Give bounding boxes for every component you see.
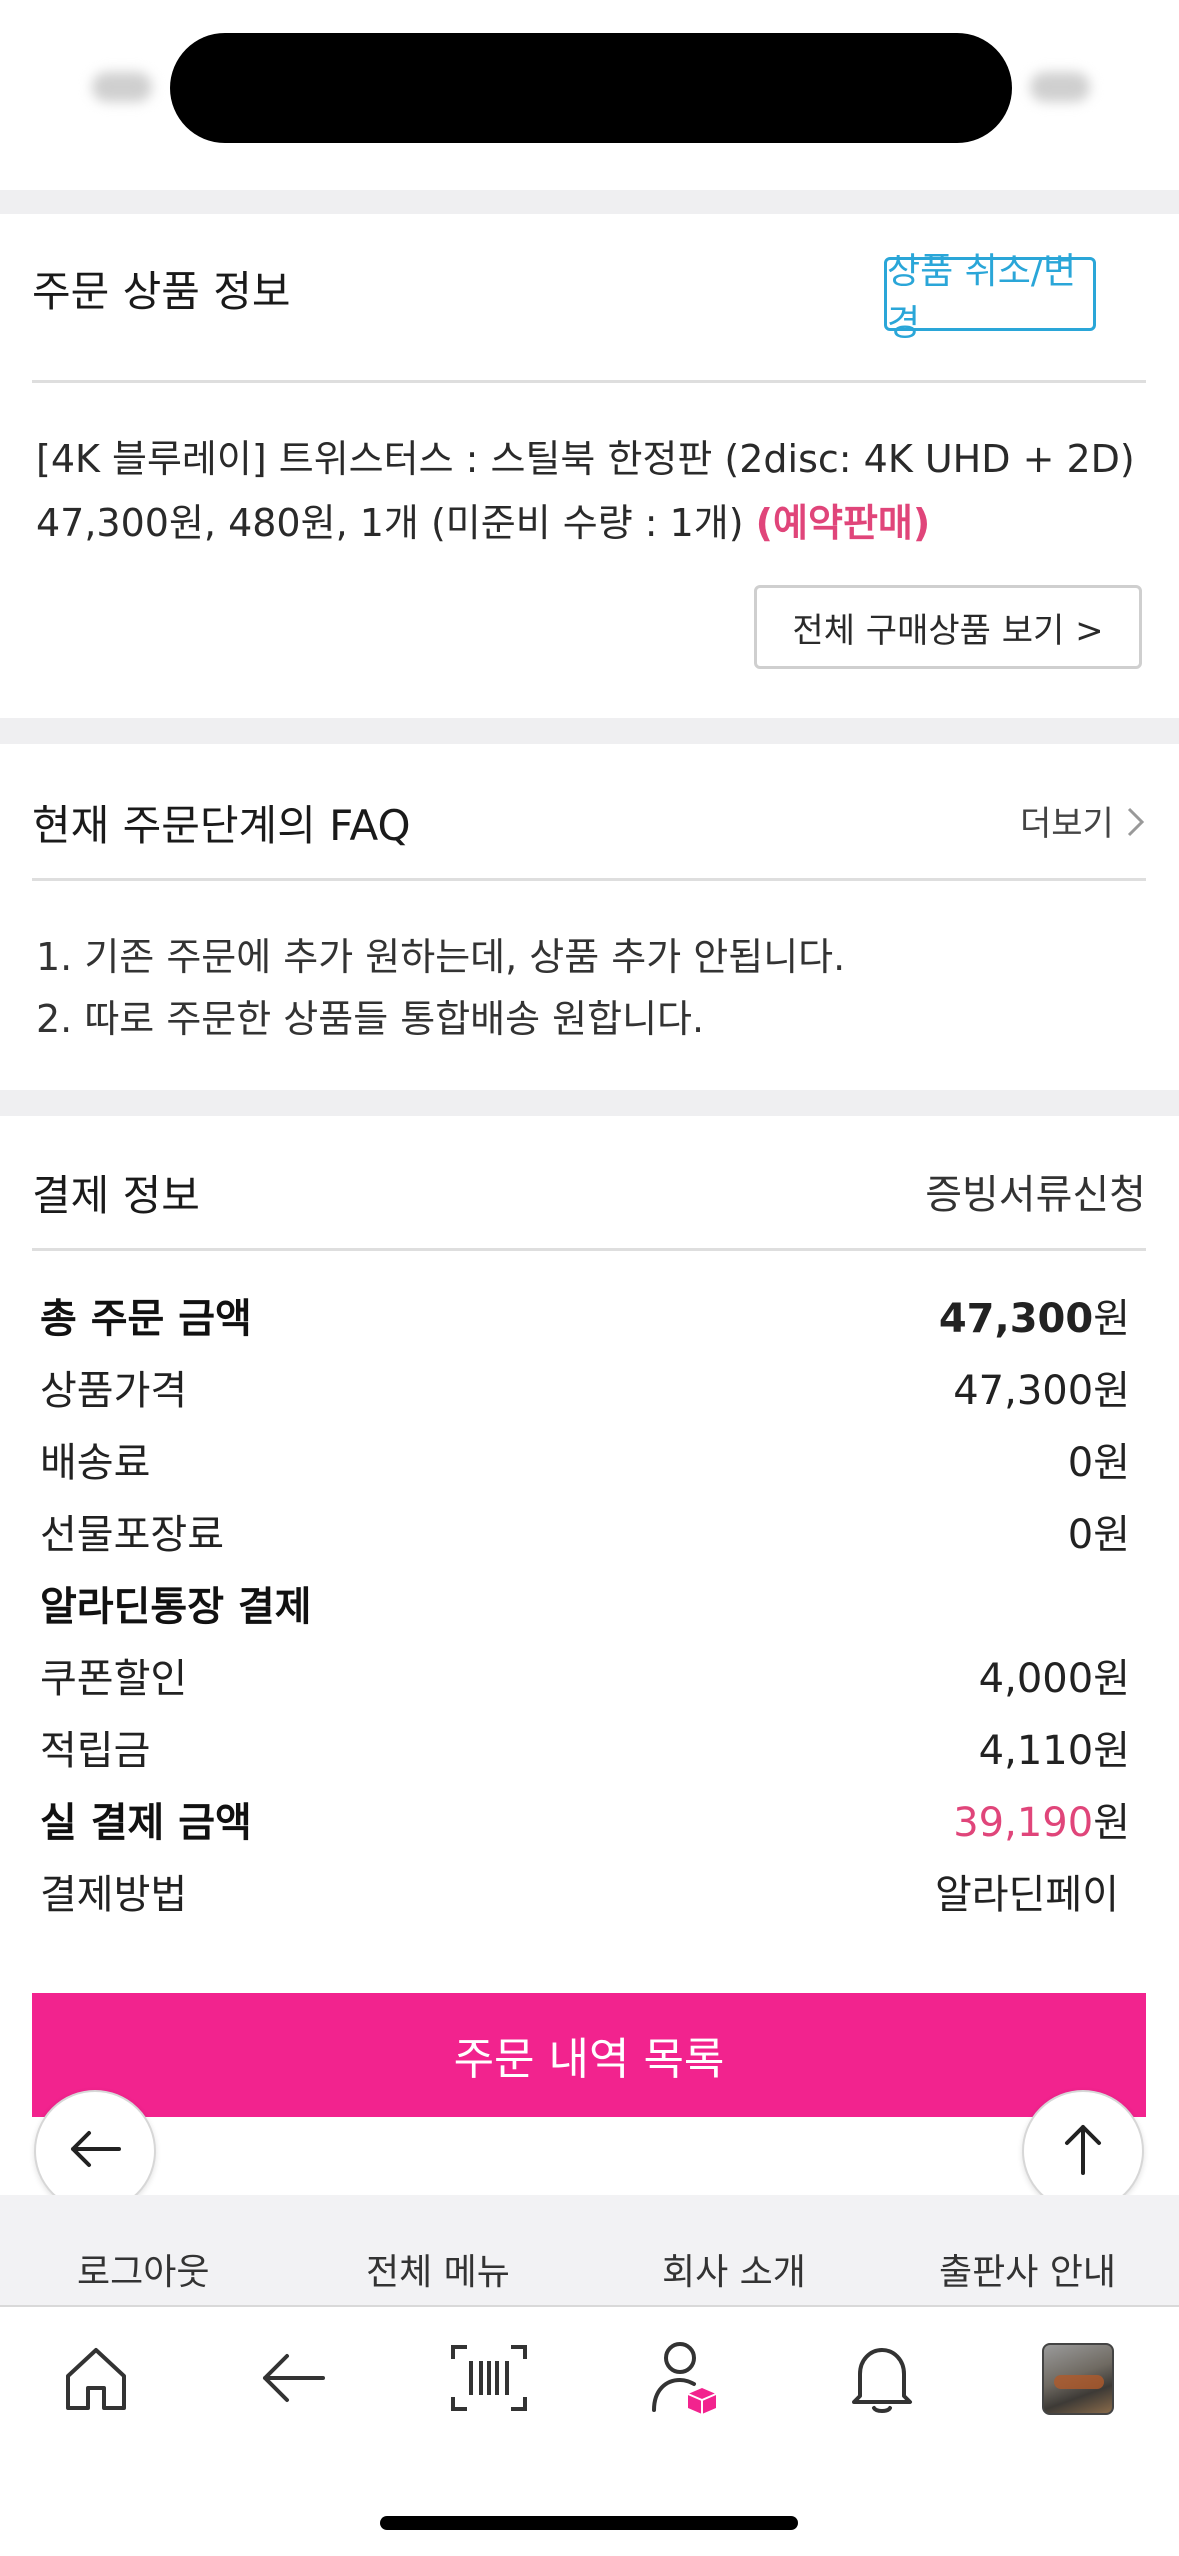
publisher-link[interactable]: 출판사 안내 [939, 2243, 1116, 2295]
dynamic-island [170, 33, 1012, 143]
company-link[interactable]: 회사 소개 [662, 2243, 806, 2295]
divider [32, 1248, 1146, 1251]
status-badge: (예약판매) [755, 501, 931, 545]
divider [32, 878, 1146, 881]
product-title[interactable]: [4K 블루레이] 트위스터스 : 스틸북 한정판 (2disc: 4K UHD… [36, 428, 1135, 483]
coupon-discount-label: 쿠폰할인 [40, 1656, 188, 1702]
arrow-left-icon [67, 2129, 123, 2173]
barcode-icon[interactable] [449, 2338, 529, 2418]
aladin-account-label: 알라딘통장 결제 [40, 1584, 312, 1630]
scroll-top-button[interactable] [1022, 2090, 1144, 2212]
faq-title: 현재 주문단계의 FAQ [32, 801, 411, 850]
section-gap [0, 190, 1179, 214]
section-gap [0, 718, 1179, 744]
faq-item[interactable]: 2. 따로 주문한 상품들 통합배송 원합니다. [36, 988, 704, 1043]
faq-item[interactable]: 1. 기존 주문에 추가 원하는데, 상품 추가 안됩니다. [36, 926, 845, 981]
product-price-value: 47,300원 [953, 1368, 1130, 1414]
profile-thumbnail[interactable] [1042, 2343, 1114, 2415]
final-payment-value: 39,190원 [953, 1800, 1130, 1846]
payment-method-label: 결제방법 [40, 1872, 188, 1918]
divider [32, 380, 1146, 383]
total-order-value: 47,300원 [938, 1296, 1130, 1342]
payment-title: 결제 정보 [32, 1171, 200, 1220]
back-icon[interactable] [253, 2338, 333, 2418]
notification-bell-icon[interactable] [842, 2338, 922, 2418]
logout-link[interactable]: 로그아웃 [77, 2243, 209, 2295]
faq-more-label: 더보기 [1020, 804, 1114, 844]
points-label: 적립금 [40, 1728, 151, 1774]
gift-wrap-label: 선물포장료 [40, 1512, 224, 1558]
faq-more-link[interactable]: 더보기 [1020, 796, 1147, 845]
gift-wrap-value: 0원 [1067, 1512, 1130, 1558]
product-details: 47,300원, 480원, 1개 (미준비 수량 : 1개) (예약판매) [36, 492, 930, 547]
product-price-label: 상품가격 [40, 1368, 188, 1414]
view-all-products-button[interactable]: 전체 구매상품 보기 > [754, 585, 1142, 669]
shipping-fee-label: 배송료 [40, 1440, 151, 1486]
chevron-right-icon [1125, 804, 1147, 844]
points-value: 4,110원 [978, 1728, 1130, 1774]
section-gap [0, 1090, 1179, 1116]
total-order-label: 총 주문 금액 [40, 1296, 252, 1342]
receipt-request-link[interactable]: 증빙서류신청 [925, 1162, 1146, 1220]
order-history-button[interactable]: 주문 내역 목록 [32, 1993, 1146, 2117]
coupon-discount-value: 4,000원 [978, 1656, 1130, 1702]
cancel-change-button[interactable]: 상품 취소/변경 [884, 251, 1096, 344]
home-indicator [380, 2516, 798, 2530]
status-icons-blurred [1030, 72, 1090, 102]
product-price-qty: 47,300원, 480원, 1개 (미준비 수량 : 1개) [36, 501, 744, 545]
order-product-title: 주문 상품 정보 [32, 267, 291, 316]
all-menu-link[interactable]: 전체 메뉴 [366, 2243, 510, 2295]
final-payment-label: 실 결제 금액 [40, 1800, 252, 1846]
status-time-blurred [92, 72, 152, 102]
shipping-fee-value: 0원 [1067, 1440, 1130, 1486]
my-account-icon[interactable] [646, 2338, 726, 2418]
arrow-up-icon [1061, 2121, 1105, 2181]
back-float-button[interactable] [34, 2090, 156, 2212]
payment-method-value: 알라딘페이 [935, 1872, 1119, 1918]
home-icon[interactable] [56, 2338, 136, 2418]
